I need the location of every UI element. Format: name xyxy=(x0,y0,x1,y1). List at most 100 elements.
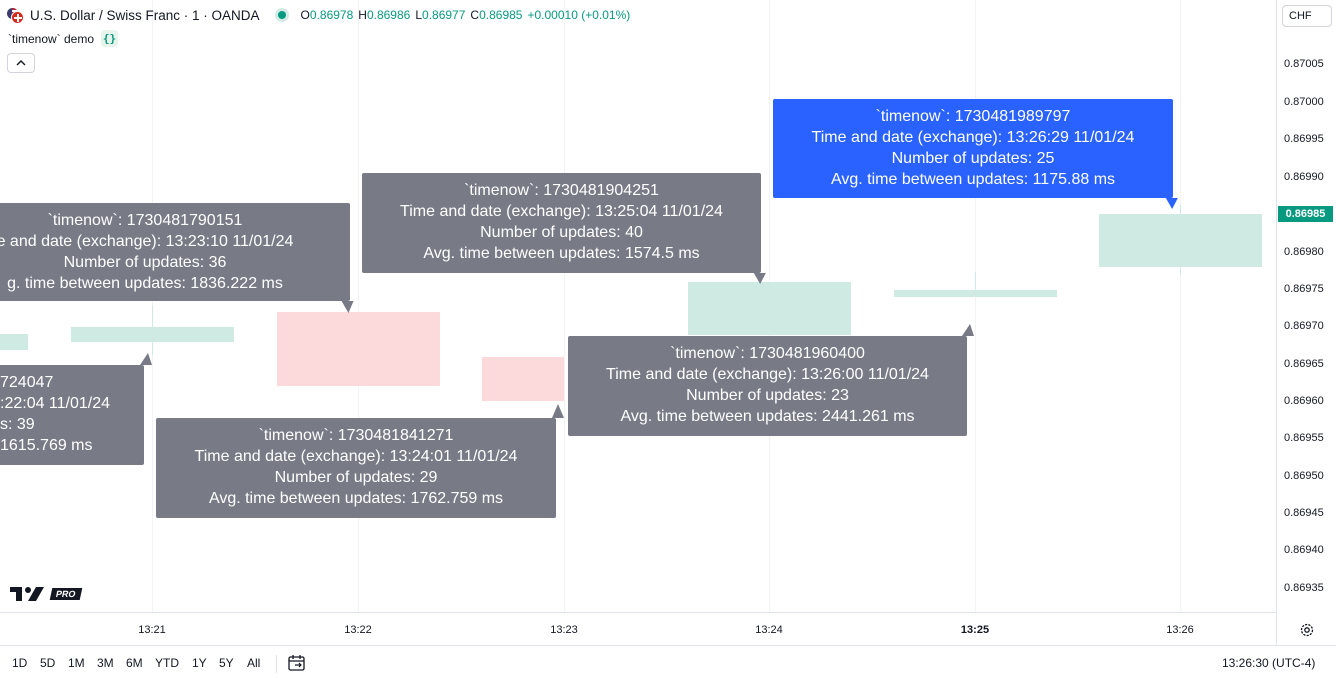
range-button-5d[interactable]: 5D xyxy=(40,656,55,670)
label-pointer xyxy=(140,353,152,365)
gear-icon[interactable] xyxy=(1298,621,1316,639)
price-tick: 0.86940 xyxy=(1284,544,1324,556)
collapse-legend-button[interactable] xyxy=(7,53,35,73)
grid-line xyxy=(975,0,976,612)
time-tick: 13:22 xyxy=(344,624,372,636)
ohlc-open: O0.86978 xyxy=(300,8,354,22)
time-tick: 13:21 xyxy=(138,624,166,636)
label-avg-time: Avg. time between updates: 1175.88 ms xyxy=(830,171,1116,188)
indicator-name[interactable]: `timenow` demo xyxy=(8,32,94,46)
label-pointer xyxy=(962,324,974,336)
timenow-label: `timenow`: 1730481960400 Time and date (… xyxy=(568,336,967,436)
label-exchange-time: Time and date (exchange): 13:24:01 11/01… xyxy=(194,448,518,465)
label-pointer xyxy=(1165,198,1185,209)
label-exchange-time: :22:04 11/01/24 xyxy=(0,395,111,412)
price-tick: 0.86935 xyxy=(1284,582,1324,594)
label-exchange-time: Time and date (exchange): 13:25:04 11/01… xyxy=(400,203,723,220)
toolbar-divider xyxy=(276,655,277,673)
price-tick: 0.86990 xyxy=(1284,171,1324,183)
range-button-3m[interactable]: 3M xyxy=(97,656,114,670)
label-exchange-time: e and date (exchange): 13:23:10 11/01/24 xyxy=(0,233,294,250)
label-avg-time: Avg. time between updates: 1762.759 ms xyxy=(208,490,504,507)
grid-line xyxy=(1180,0,1181,612)
label-timenow-value: `timenow`: 1730481841271 xyxy=(258,427,454,444)
grid-line xyxy=(564,0,565,612)
timenow-label: `timenow`: 1730481790151 e and date (exc… xyxy=(0,203,350,301)
label-exchange-time: Time and date (exchange): 13:26:29 11/01… xyxy=(811,129,1135,146)
price-tick: 0.86955 xyxy=(1284,432,1324,444)
pro-badge: PRO xyxy=(49,588,82,600)
price-tick: 0.86980 xyxy=(1284,246,1324,258)
price-tick: 0.86965 xyxy=(1284,358,1324,370)
label-update-count: Number of updates: 36 xyxy=(63,254,227,271)
label-update-count: Number of updates: 23 xyxy=(686,387,849,404)
label-update-count: Number of updates: 25 xyxy=(891,150,1055,167)
tradingview-logo[interactable]: PRO xyxy=(10,586,82,602)
time-tick: 13:24 xyxy=(755,624,783,636)
timezone-clock[interactable]: 13:26:30 (UTC-4) xyxy=(1222,656,1315,670)
label-timenow-value: `timenow`: 1730481989797 xyxy=(875,108,1071,125)
price-tick: 0.86945 xyxy=(1284,507,1324,519)
time-tick: 13:26 xyxy=(1166,624,1194,636)
range-button-6m[interactable]: 6M xyxy=(126,656,143,670)
candle-bar xyxy=(894,290,1057,297)
price-tick: 0.86975 xyxy=(1284,283,1324,295)
range-button-1d[interactable]: 1D xyxy=(12,656,27,670)
price-tick: 0.87000 xyxy=(1284,96,1324,108)
label-avg-time: Avg. time between updates: 1574.5 ms xyxy=(423,245,700,262)
grid-line xyxy=(358,0,359,612)
currency-label: CHF xyxy=(1289,10,1312,22)
candle-bar xyxy=(0,334,28,350)
price-tick: 0.86950 xyxy=(1284,470,1324,482)
tradingview-logo-icon xyxy=(10,587,44,601)
label-timenow-value: `timenow`: 1730481960400 xyxy=(670,345,865,362)
indicator-legend[interactable]: `timenow` demo {} xyxy=(8,30,119,47)
symbol-title[interactable]: U.S. Dollar / Swiss Franc · 1 · OANDA xyxy=(30,8,260,23)
label-timenow-value: `timenow`: 1730481790151 xyxy=(47,212,243,229)
time-axis[interactable] xyxy=(0,612,1276,645)
currency-select[interactable]: CHF xyxy=(1282,5,1332,27)
label-update-count: Number of updates: 29 xyxy=(274,469,438,486)
timenow-label: `timenow`: 1730481841271 Time and date (… xyxy=(156,418,556,518)
time-tick: 13:25 xyxy=(960,624,990,636)
symbol-legend[interactable]: U.S. Dollar / Swiss Franc · 1 · OANDA O0… xyxy=(6,6,630,24)
price-tick: 0.86960 xyxy=(1284,395,1324,407)
label-avg-time: 1615.769 ms xyxy=(0,437,93,454)
label-exchange-time: Time and date (exchange): 13:26:00 11/01… xyxy=(606,366,929,383)
candle-bar xyxy=(71,327,234,342)
calendar-range-icon[interactable] xyxy=(287,653,307,673)
ohlc-close: C0.86985 xyxy=(470,8,523,22)
label-avg-time: Avg. time between updates: 2441.261 ms xyxy=(620,408,915,425)
range-button-1y[interactable]: 1Y xyxy=(192,656,207,670)
range-button-1m[interactable]: 1M xyxy=(68,656,85,670)
label-timenow-value: 724047 xyxy=(0,374,54,391)
candle-bar xyxy=(277,312,440,386)
label-update-count: s: 39 xyxy=(0,416,35,433)
range-button-5y[interactable]: 5Y xyxy=(219,656,234,670)
range-button-ytd[interactable]: YTD xyxy=(155,656,179,670)
price-change: +0.00010 (+0.01%) xyxy=(527,8,631,22)
timenow-label-latest: `timenow`: 1730481989797 Time and date (… xyxy=(773,99,1173,198)
chevron-up-icon xyxy=(16,60,26,66)
candle-bar xyxy=(688,282,851,335)
price-tick: 0.86995 xyxy=(1284,133,1324,145)
time-tick: 13:23 xyxy=(550,624,578,636)
label-timenow-value: `timenow`: 1730481904251 xyxy=(464,182,659,199)
price-tick: 0.86970 xyxy=(1284,320,1324,332)
timenow-label: 724047 :22:04 11/01/24 s: 39 1615.769 ms xyxy=(0,365,144,465)
label-pointer xyxy=(552,404,564,418)
braces-icon[interactable]: {} xyxy=(101,30,119,47)
label-update-count: Number of updates: 40 xyxy=(480,224,643,241)
last-price-badge: 0.86985 xyxy=(1278,206,1333,222)
range-button-all[interactable]: All xyxy=(247,656,260,670)
market-status-icon[interactable] xyxy=(277,11,286,19)
ohlc-low: L0.86977 xyxy=(415,8,466,22)
usd-chf-flag-icon xyxy=(6,6,24,24)
price-tick: 0.87005 xyxy=(1284,58,1324,70)
candle-bar xyxy=(482,357,564,401)
chart-area[interactable]: `timenow`: 1730481790151 e and date (exc… xyxy=(0,0,1276,612)
timenow-label: `timenow`: 1730481904251 Time and date (… xyxy=(362,173,761,273)
ohlc-high: H0.86986 xyxy=(358,8,411,22)
label-avg-time: g. time between updates: 1836.222 ms xyxy=(7,275,283,292)
candle-bar xyxy=(1099,214,1262,267)
